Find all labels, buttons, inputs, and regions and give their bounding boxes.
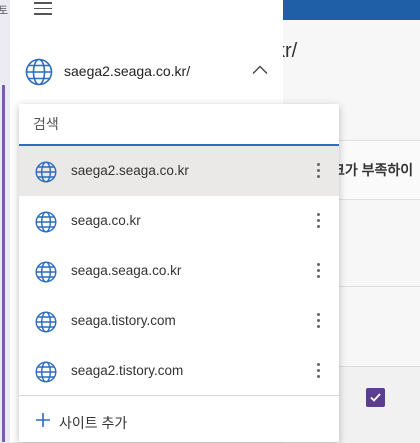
chevron-up-icon[interactable] <box>252 65 268 75</box>
site-list-item-label: seaga.co.kr <box>71 213 141 228</box>
notice-message: 크가 부족하이 <box>332 162 414 178</box>
site-list-item[interactable]: seaga.seaga.co.kr <box>19 246 339 296</box>
dropdown-divider <box>19 395 339 396</box>
site-list-item[interactable]: saega2.seaga.co.kr <box>19 146 339 196</box>
strip-accent-line <box>2 85 5 442</box>
strip-glyph: 토 <box>0 5 9 17</box>
search-input[interactable] <box>31 110 325 138</box>
site-list-item-label: seaga.tistory.com <box>71 313 176 328</box>
globe-icon <box>35 311 57 333</box>
settings-checkbox[interactable] <box>366 388 385 407</box>
globe-icon <box>35 211 57 233</box>
more-options-icon[interactable] <box>311 210 325 232</box>
site-list-item[interactable]: seaga2.tistory.com <box>19 346 339 396</box>
current-site-label: saega2.seaga.co.kr/ <box>64 63 191 79</box>
globe-icon <box>35 361 57 383</box>
globe-icon <box>35 161 57 183</box>
more-options-icon[interactable] <box>311 160 325 182</box>
site-selector[interactable]: saega2.seaga.co.kr/ <box>10 48 283 96</box>
site-list-item-label: saega2.seaga.co.kr <box>71 163 189 178</box>
site-list-item[interactable]: seaga.co.kr <box>19 196 339 246</box>
globe-icon <box>35 261 57 283</box>
search-box <box>19 104 339 146</box>
more-options-icon[interactable] <box>311 360 325 382</box>
hamburger-menu-icon[interactable] <box>34 2 52 15</box>
site-list-item-label: seaga2.tistory.com <box>71 363 184 378</box>
plus-icon <box>36 413 50 427</box>
site-list-item-label: seaga.seaga.co.kr <box>71 263 182 278</box>
site-dropdown: saega2.seaga.co.kr seaga.co.kr seaga.seaga… <box>19 104 339 442</box>
more-options-icon[interactable] <box>311 310 325 332</box>
site-list-item[interactable]: seaga.tistory.com <box>19 296 339 346</box>
add-site-label: 사이트 추가 <box>59 415 128 431</box>
globe-icon <box>25 58 53 86</box>
check-icon <box>370 393 381 402</box>
more-options-icon[interactable] <box>311 260 325 282</box>
add-site-button[interactable]: 사이트 추가 <box>19 404 339 442</box>
